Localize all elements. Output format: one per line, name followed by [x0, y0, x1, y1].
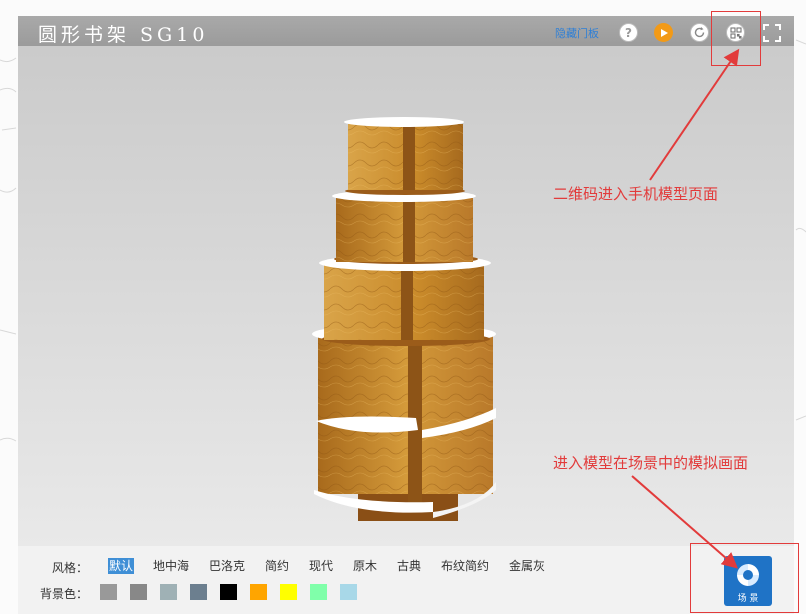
background-swatch-2[interactable] — [130, 584, 147, 600]
background-swatch-3[interactable] — [160, 584, 177, 600]
tier-4-top — [344, 117, 464, 127]
style-option-baroque[interactable]: 巴洛克 — [208, 558, 246, 574]
background-swatch-4[interactable] — [190, 584, 207, 600]
hide-door-button[interactable]: 隐藏门板 — [555, 25, 599, 41]
page-title: 圆形书架 SG10 — [38, 24, 209, 46]
style-option-natural-wood[interactable]: 原木 — [352, 558, 378, 574]
style-option-default[interactable]: 默认 — [108, 558, 135, 574]
model-viewer: 圆形书架 SG10 隐藏门板 ? 风格： 默认 地中海 巴洛克 简约 现代 原木… — [18, 16, 794, 614]
background-swatch-5[interactable] — [220, 584, 237, 600]
play-icon[interactable] — [654, 23, 673, 42]
style-option-classical[interactable]: 古典 — [396, 558, 422, 574]
qr-annotation-text: 二维码进入手机模型页面 — [553, 185, 719, 203]
style-option-simple[interactable]: 简约 — [264, 558, 290, 574]
help-icon[interactable]: ? — [619, 23, 638, 42]
style-option-fabric-simple[interactable]: 布纹简约 — [440, 558, 490, 574]
qr-highlight-box — [711, 11, 761, 66]
background-swatch-1[interactable] — [100, 584, 117, 600]
background-swatch-9[interactable] — [340, 584, 357, 600]
bottom-toolbar: 风格： 默认 地中海 巴洛克 简约 现代 原木 古典 布纹简约 金属灰 背景色：… — [18, 546, 794, 614]
background-color-label: 背景色： — [40, 587, 89, 601]
background-swatch-7[interactable] — [280, 584, 297, 600]
style-option-modern[interactable]: 现代 — [308, 558, 334, 574]
style-option-metal-gray[interactable]: 金属灰 — [508, 558, 546, 574]
style-option-mediterranean[interactable]: 地中海 — [152, 558, 190, 574]
rotate-icon[interactable] — [690, 23, 709, 42]
fullscreen-icon[interactable] — [761, 22, 783, 44]
background-swatch-8[interactable] — [310, 584, 327, 600]
background-swatch-6[interactable] — [250, 584, 267, 600]
scene-highlight-box — [690, 543, 799, 613]
scene-annotation-text: 进入模型在场景中的模拟画面 — [553, 454, 749, 472]
style-label: 风格： — [52, 561, 89, 575]
top-bar: 圆形书架 SG10 隐藏门板 ? — [18, 16, 794, 46]
